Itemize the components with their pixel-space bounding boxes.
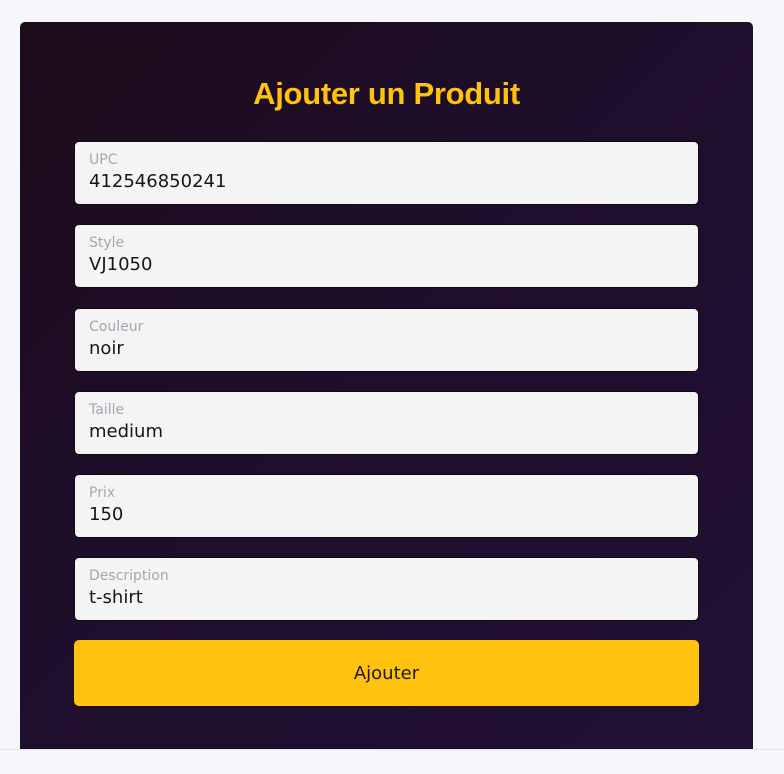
upc-field[interactable]: UPC 412546850241 bbox=[74, 141, 699, 205]
size-value[interactable]: medium bbox=[89, 421, 163, 443]
add-button[interactable]: Ajouter bbox=[74, 640, 699, 706]
page: Ajouter un Produit UPC 412546850241 Styl… bbox=[0, 0, 784, 774]
size-label: Taille bbox=[89, 402, 125, 418]
upc-label: UPC bbox=[89, 152, 118, 168]
form-title: Ajouter un Produit bbox=[253, 76, 520, 111]
description-value[interactable]: t-shirt bbox=[89, 587, 143, 609]
color-label: Couleur bbox=[89, 319, 144, 335]
color-value[interactable]: noir bbox=[89, 338, 124, 360]
style-label: Style bbox=[89, 235, 125, 251]
price-field[interactable]: Prix 150 bbox=[74, 474, 699, 538]
add-product-form: Ajouter un Produit UPC 412546850241 Styl… bbox=[20, 22, 753, 749]
style-value[interactable]: VJ1050 bbox=[89, 254, 152, 276]
description-label: Description bbox=[89, 568, 169, 584]
style-field[interactable]: Style VJ1050 bbox=[74, 224, 699, 288]
description-field[interactable]: Description t-shirt bbox=[74, 557, 699, 621]
size-field[interactable]: Taille medium bbox=[74, 391, 699, 455]
divider bbox=[0, 749, 784, 750]
price-label: Prix bbox=[89, 485, 116, 501]
color-field[interactable]: Couleur noir bbox=[74, 308, 699, 372]
upc-value[interactable]: 412546850241 bbox=[89, 171, 226, 193]
price-value[interactable]: 150 bbox=[89, 504, 123, 526]
